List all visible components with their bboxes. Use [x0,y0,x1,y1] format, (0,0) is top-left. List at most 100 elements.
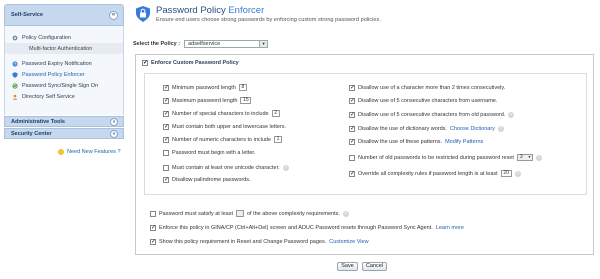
rule-checkbox[interactable] [163,136,169,144]
sidebar-header[interactable]: Self-Service « [4,4,124,26]
rule-numeric-chars: Number of numeric characters to include … [163,135,283,144]
satisfy-count-input[interactable] [235,210,244,217]
satisfy-prefix-label: Password must satisfy at least [159,210,233,217]
expand-icon[interactable]: » [110,130,118,138]
rule-old-passwords: Number of old passwords to be restricted… [349,153,542,162]
rule-checkbox[interactable] [163,97,169,105]
max-length-input[interactable]: 15 [240,97,252,104]
page-title-accent: Enforcer [228,5,265,16]
chevron-down-icon: ▼ [527,155,532,159]
rule-label: Disallow the use of dictionary words. [358,125,447,132]
help-icon[interactable]: ? [282,164,289,171]
gina-checkbox[interactable] [150,224,156,232]
show-requirement-checkbox[interactable] [150,238,156,246]
sidebar-item-password-policy-enforcer[interactable]: Password Policy Enforcer [5,69,123,80]
satisfy-suffix-label: of the above complexity requirements. [246,210,340,217]
rule-checkbox[interactable] [349,111,355,119]
sidebar-item-password-expiry[interactable]: Password Expiry Notification [5,58,123,69]
page-title-main: Password Policy [156,5,226,16]
rule-checkbox[interactable] [349,125,355,133]
sidebar-item-policy-configuration[interactable]: Policy Configuration [5,32,123,43]
rule-label: Disallow use of 5 consecutive characters… [358,111,506,118]
rule-checkbox[interactable] [163,176,169,184]
rule-label: Must contain both upper and lowercase le… [172,123,287,130]
rule-username-chars: Disallow use of 5 consecutive characters… [349,96,497,105]
rule-palindrome: Disallow palindrome passwords. [163,175,251,184]
rule-label: Disallow the use of these patterns. [358,138,443,145]
rule-checkbox[interactable] [349,154,355,161]
policy-select-row: Select the Policy : adselfservice ▼ [133,40,269,48]
rule-label: Number of special characters to include [172,110,269,117]
help-icon[interactable]: ? [514,170,521,177]
modify-patterns-link[interactable]: Modify Patterns [445,139,483,145]
cancel-button[interactable]: Cancel [362,262,387,271]
sidebar-section-security-center[interactable]: Security Center » [4,128,124,139]
rule-label: Number of old passwords to be restricted… [358,154,514,161]
show-requirement-row: Show this policy requirement in Reset an… [150,237,369,246]
sidebar-item-label: Policy Configuration [22,34,71,41]
rule-checkbox[interactable] [349,97,355,105]
rule-label: Password must begin with a letter. [172,149,256,156]
gina-row: Enforce this policy in GINA/CP (Ctrl+Alt… [150,223,464,232]
special-chars-input[interactable]: 2 [271,110,280,117]
need-new-features-link[interactable]: Need New Features ? [58,149,121,155]
help-icon[interactable]: ? [497,125,504,132]
rule-checkbox[interactable] [163,84,169,92]
rule-label: Disallow use of 5 consecutive characters… [358,97,498,104]
need-new-features-label: Need New Features ? [67,149,121,155]
help-icon[interactable]: ? [342,210,349,217]
sidebar-section-administrative-tools[interactable]: Administrative Tools » [4,116,124,127]
override-length-input[interactable]: 20 [500,170,512,177]
customize-view-link[interactable]: Customize View [329,239,368,245]
rule-unicode: Must contain at least one unicode charac… [163,163,289,172]
rule-label: Maximum password length [172,97,238,104]
rule-dictionary: Disallow the use of dictionary words. Ch… [349,124,504,133]
sidebar-item-label: Password Sync/Single Sign On [22,82,99,89]
rule-label: Must contain at least one unicode charac… [172,164,280,171]
sidebar-item-label: Multi-factor Authentication [29,45,93,52]
chevron-down-icon: ▼ [259,41,268,47]
page-subtitle: Ensure end users choose strong passwords… [156,17,381,23]
min-length-input[interactable]: 8 [238,84,247,91]
old-passwords-select-value: 3 [519,154,523,160]
rule-min-length: Minimum password length 8 [163,83,247,92]
sidebar-item-directory-self-service[interactable]: Directory Self Service [5,91,123,102]
sidebar-item-label: Directory Self Service [22,93,75,100]
sidebar-header-label: Self-Service [11,12,44,18]
page-title: Password Policy Enforcer [156,5,264,16]
policy-panel: Enforce Custom Password Policy Minimum p… [135,54,594,255]
rule-patterns: Disallow the use of these patterns. Modi… [349,137,483,146]
sidebar-item-mfa[interactable]: Multi-factor Authentication [5,43,123,54]
policy-select-value: adselfservice [188,41,221,47]
rule-upper-lower: Must contain both upper and lowercase le… [163,122,286,131]
rule-checkbox[interactable] [349,138,355,146]
enforce-policy-checkbox[interactable] [142,59,148,67]
rule-checkbox[interactable] [163,110,169,118]
expand-icon[interactable]: » [110,118,118,126]
satisfy-requirements-row: Password must satisfy at least of the ab… [150,209,349,218]
rule-checkbox[interactable] [163,123,169,131]
sidebar-item-label: Password Policy Enforcer [22,71,85,78]
learn-more-link[interactable]: Learn more [436,225,464,231]
collapse-icon[interactable]: « [109,11,118,20]
sidebar-item-password-sync[interactable]: Password Sync/Single Sign On [5,80,123,91]
rule-checkbox[interactable] [163,149,169,156]
rule-repeat-chars: Disallow use of a character more than 2 … [349,83,505,92]
rule-checkbox[interactable] [349,170,355,178]
policy-select[interactable]: adselfservice ▼ [184,40,269,48]
rules-box: Minimum password length 8 Maximum passwo… [144,73,587,195]
enforce-policy-row: Enforce Custom Password Policy [142,59,239,67]
sidebar-menu: Policy Configuration Multi-factor Authen… [4,26,124,115]
sidebar: Self-Service « Policy Configuration Mult… [4,4,124,152]
old-passwords-select[interactable]: 3 ▼ [516,154,533,161]
satisfy-requirements-checkbox[interactable] [150,210,156,217]
help-icon[interactable]: ? [535,154,542,161]
help-icon[interactable]: ? [508,111,515,118]
rule-old-password-chars: Disallow use of 5 consecutive characters… [349,110,515,119]
numeric-chars-input[interactable]: 1 [274,136,283,143]
save-button[interactable]: Save [337,262,358,271]
choose-dictionary-link[interactable]: Choose Dictionary [450,126,495,132]
rule-checkbox[interactable] [163,164,169,171]
enforce-policy-label: Enforce Custom Password Policy [151,60,239,66]
rule-checkbox[interactable] [349,84,355,92]
